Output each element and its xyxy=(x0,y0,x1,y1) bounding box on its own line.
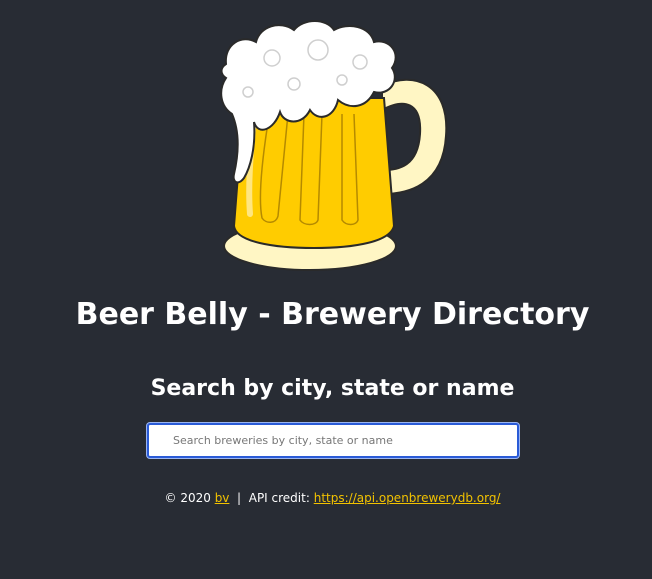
author-link[interactable]: bv xyxy=(215,491,230,505)
footer: © 2020 bv | API credit: https://api.open… xyxy=(0,490,652,506)
page-title: Beer Belly - Brewery Directory xyxy=(75,297,590,332)
api-link[interactable]: https://api.openbrewerydb.org/ xyxy=(314,491,501,505)
search-input[interactable] xyxy=(147,423,519,458)
search-heading: Search by city, state or name xyxy=(150,376,515,401)
search-bar xyxy=(147,423,519,458)
api-credit-label: API credit: xyxy=(248,491,310,505)
footer-separator: | xyxy=(237,491,242,505)
page: Beer Belly - Brewery Directory Search by… xyxy=(0,0,652,579)
beer-mug-icon xyxy=(220,20,448,271)
copyright-text: © 2020 xyxy=(164,491,211,505)
